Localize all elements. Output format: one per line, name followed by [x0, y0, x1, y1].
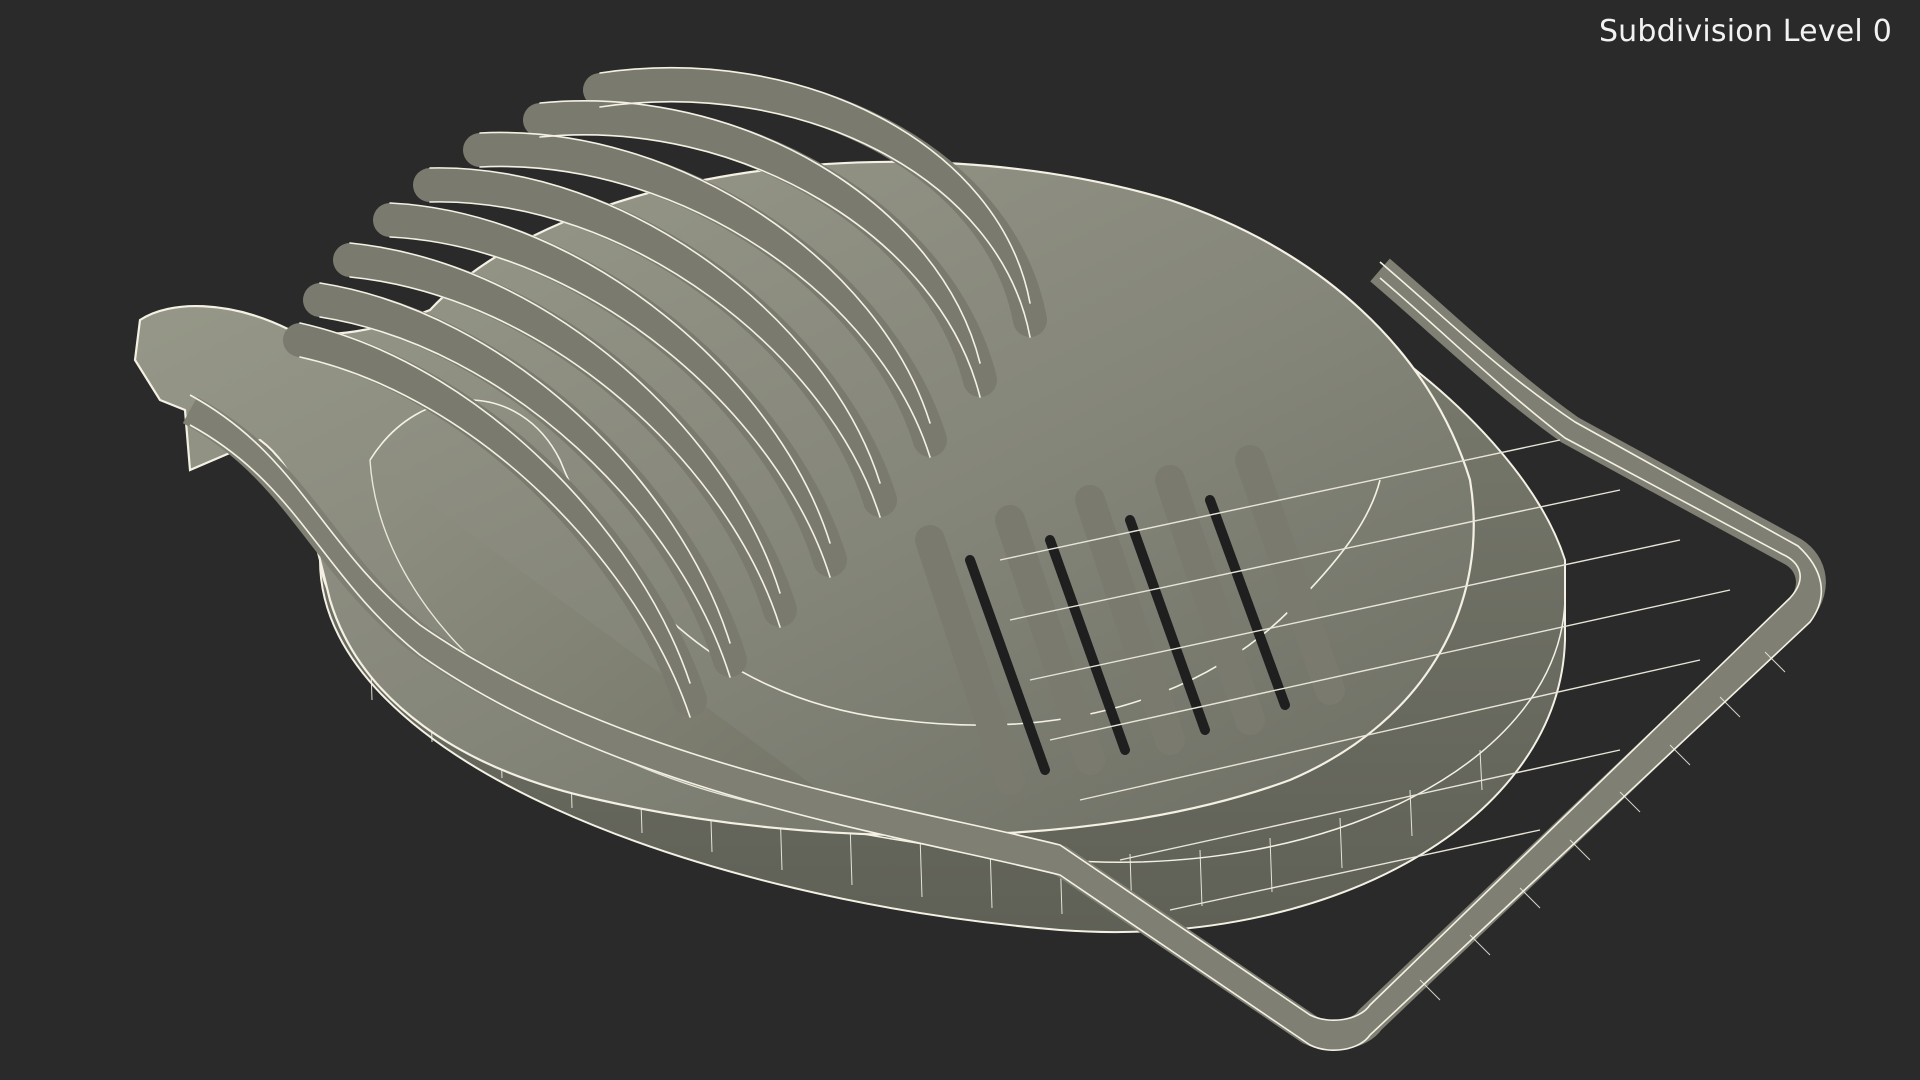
- subdivision-level-label: Subdivision Level 0: [1598, 14, 1892, 49]
- 3d-viewport[interactable]: Subdivision Level 0: [0, 0, 1920, 1080]
- egg-slicer-wireframe-model: [133, 66, 1826, 1051]
